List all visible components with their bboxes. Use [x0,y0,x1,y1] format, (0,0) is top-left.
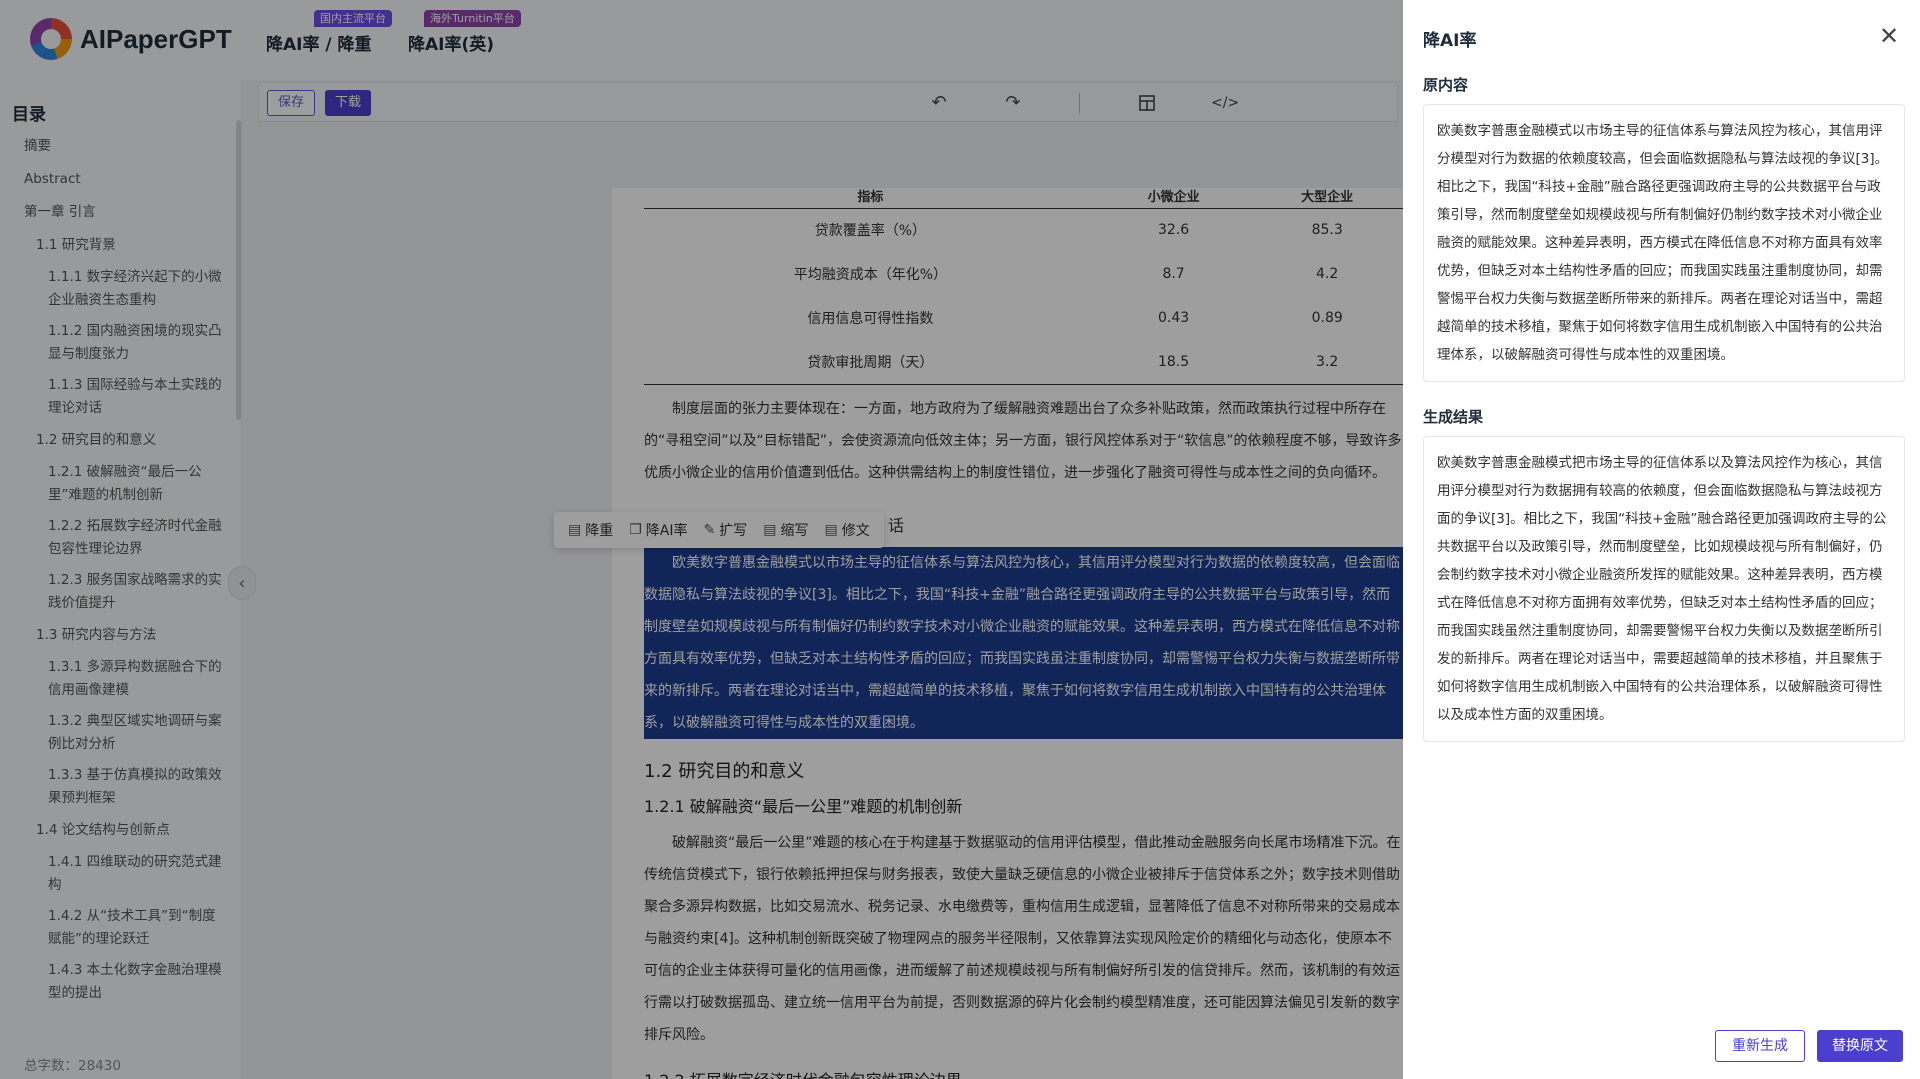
drawer-title: 降AI率 [1423,31,1477,51]
original-label: 原内容 [1423,76,1469,94]
close-icon[interactable]: ✕ [1879,22,1899,50]
replace-original-button[interactable]: 替换原文 [1817,1030,1903,1062]
result-text-box[interactable]: 欧美数字普惠金融模式把市场主导的征信体系以及算法风控作为核心，其信用评分模型对行… [1423,436,1905,742]
result-label: 生成结果 [1423,408,1484,426]
regenerate-button[interactable]: 重新生成 [1715,1030,1805,1062]
modal-overlay[interactable] [0,0,1403,1079]
original-text-box: 欧美数字普惠金融模式以市场主导的征信体系与算法风控为核心，其信用评分模型对行为数… [1423,104,1905,382]
reduce-ai-drawer: 降AI率 ✕ 原内容 欧美数字普惠金融模式以市场主导的征信体系与算法风控为核心，… [1403,0,1920,1079]
